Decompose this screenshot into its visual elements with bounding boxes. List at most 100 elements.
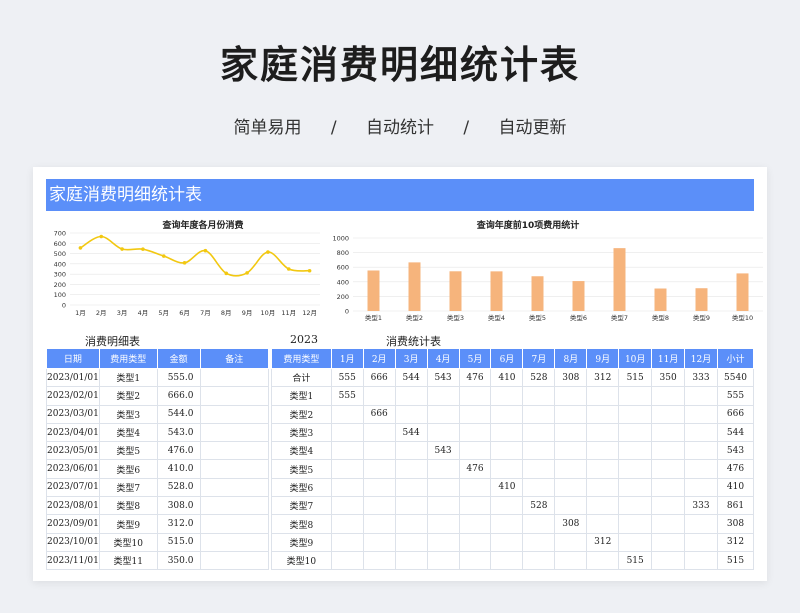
detail-cell[interactable]: 350.0 bbox=[156, 550, 201, 571]
detail-cell[interactable]: 544.0 bbox=[156, 404, 201, 424]
stats-cell[interactable] bbox=[554, 496, 588, 516]
stats-cell[interactable] bbox=[458, 404, 492, 424]
stats-cell[interactable] bbox=[426, 514, 460, 534]
stats-cell[interactable] bbox=[618, 496, 653, 516]
detail-cell[interactable]: 308.0 bbox=[156, 496, 201, 516]
stats-cell[interactable] bbox=[362, 496, 396, 516]
detail-cell[interactable]: 类型8 bbox=[98, 496, 158, 516]
detail-cell[interactable]: 555.0 bbox=[156, 367, 201, 388]
stats-cell[interactable] bbox=[618, 441, 653, 461]
stats-cell[interactable] bbox=[684, 422, 718, 443]
stats-cell[interactable] bbox=[394, 386, 428, 406]
detail-cell[interactable]: 2023/10/01 bbox=[46, 532, 100, 552]
stats-cell[interactable] bbox=[362, 459, 396, 479]
stats-cell[interactable] bbox=[426, 477, 460, 498]
detail-cell[interactable]: 2023/01/01 bbox=[46, 367, 100, 388]
stats-cell[interactable]: 544 bbox=[394, 367, 428, 388]
detail-cell[interactable]: 515.0 bbox=[156, 532, 201, 552]
detail-cell[interactable] bbox=[199, 514, 270, 534]
detail-cell[interactable]: 2023/05/01 bbox=[46, 441, 100, 461]
stats-cell[interactable] bbox=[586, 550, 620, 571]
detail-cell[interactable]: 类型4 bbox=[98, 422, 158, 443]
stats-cell[interactable] bbox=[426, 386, 460, 406]
stats-cell[interactable] bbox=[586, 477, 620, 498]
stats-cell[interactable] bbox=[458, 441, 492, 461]
stats-cell[interactable] bbox=[490, 386, 524, 406]
stats-cell[interactable] bbox=[426, 550, 460, 571]
stats-cell[interactable]: 476 bbox=[716, 459, 755, 479]
stats-cell[interactable] bbox=[651, 477, 686, 498]
stats-cell[interactable] bbox=[362, 441, 396, 461]
stats-cell[interactable] bbox=[458, 550, 492, 571]
stats-cell[interactable] bbox=[330, 532, 364, 552]
stats-cell[interactable] bbox=[394, 441, 428, 461]
detail-cell[interactable]: 543.0 bbox=[156, 422, 201, 443]
stats-cell[interactable] bbox=[394, 459, 428, 479]
detail-cell[interactable] bbox=[199, 477, 270, 498]
stats-cell[interactable] bbox=[362, 477, 396, 498]
stats-cell[interactable] bbox=[684, 404, 718, 424]
detail-cell[interactable] bbox=[199, 496, 270, 516]
stats-cell[interactable] bbox=[522, 477, 556, 498]
stats-cell[interactable] bbox=[458, 422, 492, 443]
detail-cell[interactable]: 类型11 bbox=[98, 550, 158, 571]
stats-cell[interactable] bbox=[684, 477, 718, 498]
stats-cell[interactable] bbox=[586, 404, 620, 424]
stats-cell[interactable] bbox=[490, 441, 524, 461]
stats-cell[interactable]: 类型6 bbox=[271, 477, 332, 498]
detail-cell[interactable]: 2023/04/01 bbox=[46, 422, 100, 443]
stats-cell[interactable] bbox=[651, 404, 686, 424]
stats-cell[interactable] bbox=[490, 496, 524, 516]
stats-cell[interactable] bbox=[618, 532, 653, 552]
stats-cell[interactable] bbox=[522, 386, 556, 406]
stats-cell[interactable] bbox=[554, 459, 588, 479]
stats-cell[interactable] bbox=[684, 441, 718, 461]
detail-cell[interactable]: 类型1 bbox=[98, 367, 158, 388]
stats-cell[interactable] bbox=[426, 404, 460, 424]
stats-cell[interactable] bbox=[522, 459, 556, 479]
stats-cell[interactable] bbox=[651, 496, 686, 516]
detail-cell[interactable]: 528.0 bbox=[156, 477, 201, 498]
stats-cell[interactable]: 308 bbox=[554, 367, 588, 388]
stats-cell[interactable] bbox=[586, 459, 620, 479]
stats-cell[interactable] bbox=[618, 404, 653, 424]
stats-cell[interactable]: 312 bbox=[716, 532, 755, 552]
stats-cell[interactable] bbox=[522, 441, 556, 461]
stats-cell[interactable] bbox=[651, 441, 686, 461]
stats-cell[interactable] bbox=[490, 422, 524, 443]
stats-cell[interactable] bbox=[490, 550, 524, 571]
stats-cell[interactable] bbox=[330, 496, 364, 516]
stats-cell[interactable] bbox=[362, 386, 396, 406]
detail-cell[interactable]: 类型7 bbox=[98, 477, 158, 498]
stats-cell[interactable] bbox=[684, 550, 718, 571]
stats-cell[interactable]: 555 bbox=[330, 367, 364, 388]
stats-cell[interactable] bbox=[362, 514, 396, 534]
stats-cell[interactable]: 333 bbox=[684, 367, 718, 388]
stats-cell[interactable] bbox=[330, 404, 364, 424]
stats-cell[interactable] bbox=[554, 550, 588, 571]
stats-cell[interactable] bbox=[586, 496, 620, 516]
stats-cell[interactable] bbox=[330, 422, 364, 443]
stats-cell[interactable] bbox=[554, 477, 588, 498]
stats-cell[interactable]: 476 bbox=[458, 367, 492, 388]
detail-cell[interactable] bbox=[199, 367, 270, 388]
stats-cell[interactable] bbox=[330, 477, 364, 498]
stats-cell[interactable]: 308 bbox=[716, 514, 755, 534]
stats-cell[interactable]: 543 bbox=[426, 367, 460, 388]
stats-cell[interactable]: 544 bbox=[716, 422, 755, 443]
stats-cell[interactable] bbox=[554, 441, 588, 461]
stats-cell[interactable] bbox=[554, 386, 588, 406]
stats-cell[interactable] bbox=[586, 422, 620, 443]
detail-cell[interactable] bbox=[199, 459, 270, 479]
stats-cell[interactable] bbox=[330, 550, 364, 571]
stats-cell[interactable] bbox=[684, 514, 718, 534]
stats-cell[interactable] bbox=[394, 532, 428, 552]
stats-cell[interactable] bbox=[522, 404, 556, 424]
stats-cell[interactable] bbox=[618, 386, 653, 406]
stats-cell[interactable] bbox=[426, 422, 460, 443]
detail-cell[interactable]: 2023/07/01 bbox=[46, 477, 100, 498]
stats-cell[interactable] bbox=[522, 514, 556, 534]
stats-cell[interactable] bbox=[586, 386, 620, 406]
stats-cell[interactable] bbox=[586, 441, 620, 461]
stats-cell[interactable]: 410 bbox=[716, 477, 755, 498]
